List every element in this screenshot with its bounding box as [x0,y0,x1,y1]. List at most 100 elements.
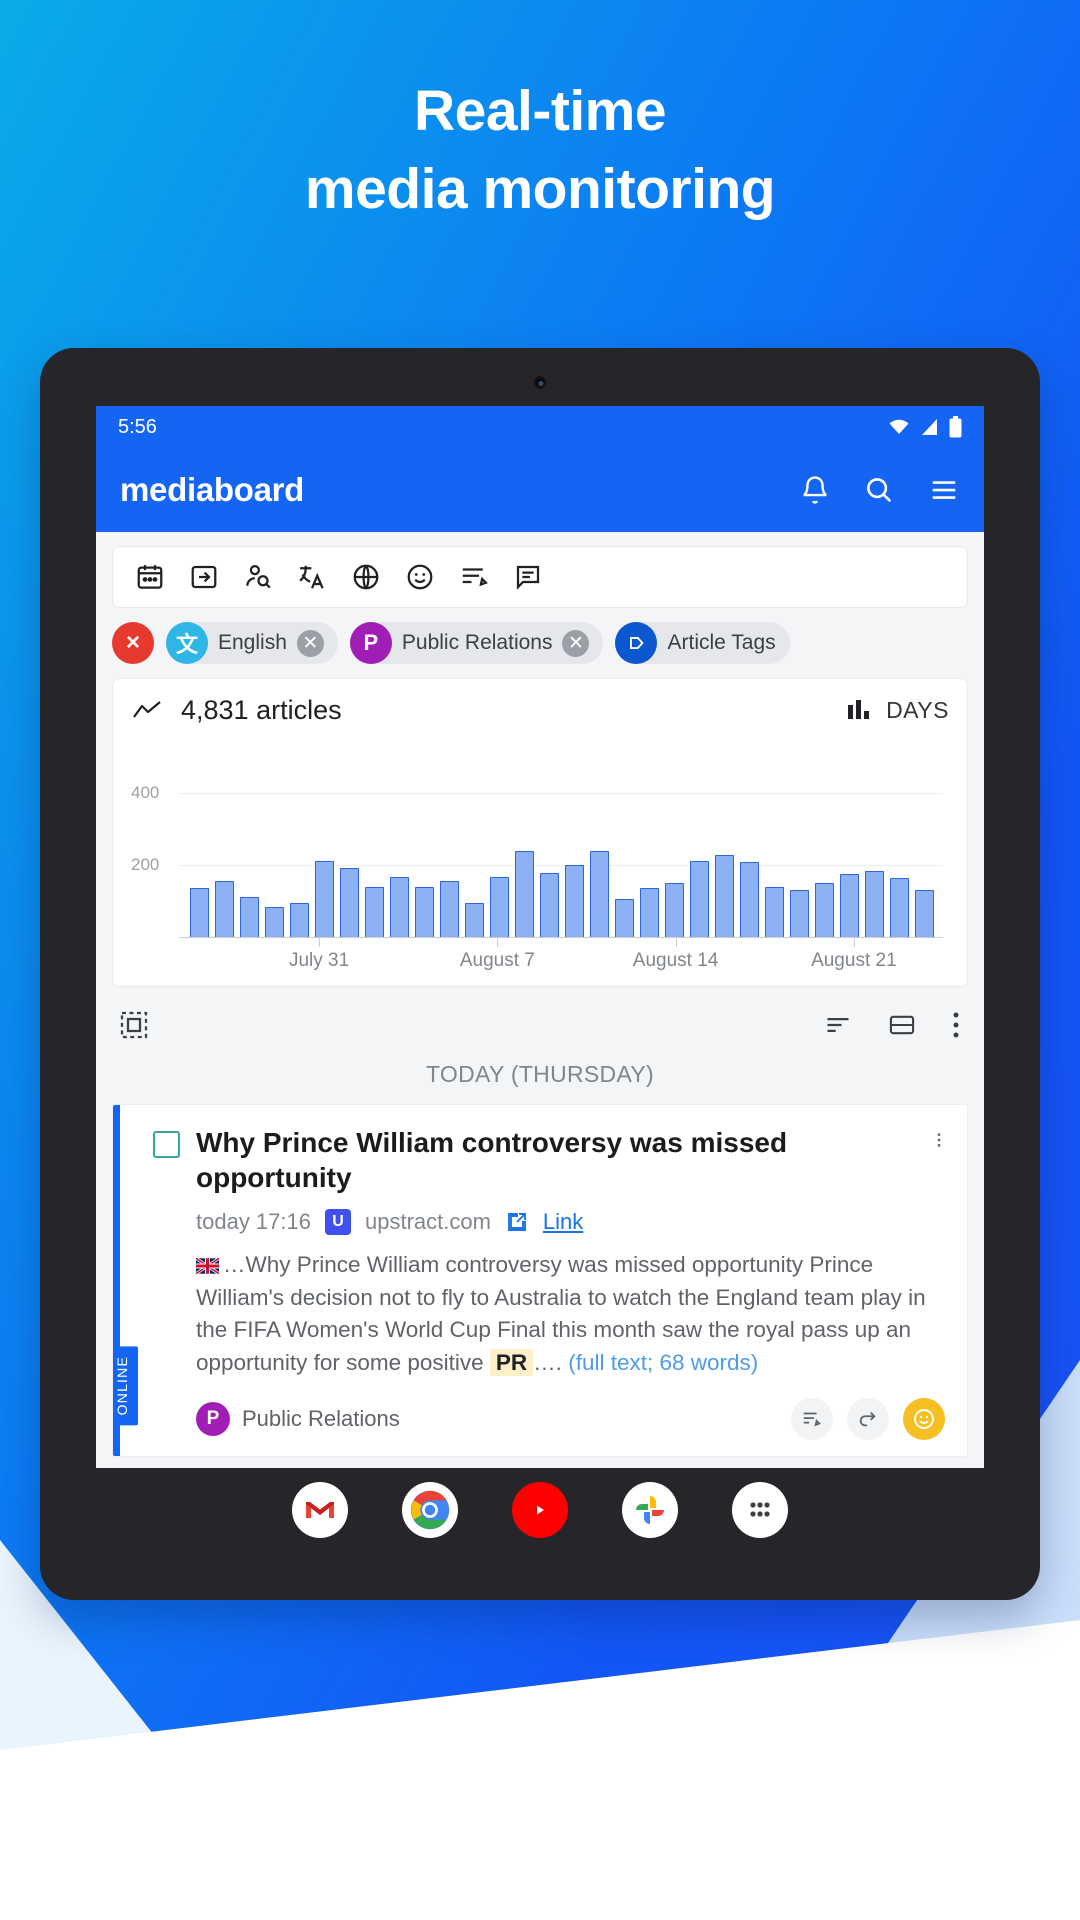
chart-bar[interactable] [764,887,785,938]
edit-list-icon[interactable] [459,562,489,592]
device-screen: 5:56 mediaboard × 文 English ✕ P Public R… [96,406,984,1468]
app-drawer-icon[interactable] [732,1482,788,1538]
chart-bar[interactable] [614,898,635,938]
layout-icon[interactable] [886,1011,918,1039]
wifi-icon [889,419,909,434]
chart-bar[interactable] [489,876,510,938]
filter-chip-avatar-language: 文 [166,622,208,664]
clear-filters-button[interactable]: × [112,622,154,664]
chart-bar[interactable] [414,887,435,938]
gmail-icon[interactable] [292,1482,348,1538]
chart-bar[interactable] [589,850,610,938]
chart-bar[interactable] [664,882,685,938]
chart-bar[interactable] [214,880,235,938]
chart-bar[interactable] [389,876,410,938]
chart-x-tick-labels: July 31 August 7 August 14 August 21 [179,938,943,976]
tablet-device-frame: 5:56 mediaboard × 文 English ✕ P Public R… [40,348,1040,1600]
comment-icon[interactable] [513,562,543,592]
filter-chip-article-tags[interactable]: Article Tags [615,622,790,664]
chart-bar[interactable] [689,860,710,938]
article-source-favicon: U [324,1209,351,1235]
article-channel-badge: ONLINE [114,1346,138,1426]
article-list-toolbar [96,987,984,1047]
chart-bar[interactable] [364,887,385,938]
chart-bar[interactable] [789,890,810,938]
calendar-icon[interactable] [135,562,165,592]
chart-bar[interactable] [189,887,210,938]
article-more-menu-icon[interactable] [933,1125,945,1155]
day-separator-label: TODAY (THURSDAY) [425,1061,654,1087]
chart-x-tick [853,938,855,947]
article-card[interactable]: ONLINE Why Prince William controversy wa… [112,1104,968,1457]
chart-bar[interactable] [314,860,335,938]
youtube-icon[interactable] [512,1482,568,1538]
more-vertical-icon[interactable] [950,1010,962,1040]
filter-chip-english[interactable]: 文 English ✕ [166,622,338,664]
chart-bar[interactable] [639,887,660,938]
chart-bar[interactable] [864,871,885,938]
person-search-icon[interactable] [243,562,273,592]
article-tag-avatar: P [196,1401,230,1436]
note-icon[interactable] [791,1397,833,1440]
photos-icon[interactable] [622,1482,678,1538]
import-icon[interactable] [189,562,219,592]
chart-bar[interactable] [514,850,535,938]
article-tag[interactable]: P Public Relations [196,1401,400,1436]
search-icon[interactable] [864,475,894,505]
article-snippet-badge: PR [489,1348,534,1376]
hero-heading: Real-time media monitoring [0,72,1080,228]
chart-granularity-toggle[interactable]: DAYS [846,697,949,724]
select-all-icon[interactable] [118,1009,150,1041]
chart-bar[interactable] [714,855,735,938]
filter-chip-label-public-relations: Public Relations [401,631,553,654]
chart-x-tick-label: August 21 [811,950,897,971]
article-title[interactable]: Why Prince William controversy was misse… [196,1125,917,1195]
chrome-icon[interactable] [402,1482,458,1538]
article-select-checkbox[interactable] [153,1131,180,1158]
globe-icon[interactable] [351,562,381,592]
chart-title-group: 4,831 articles [131,695,342,726]
chart-bar[interactable] [564,864,585,938]
chart-bar[interactable] [889,877,910,938]
chart-bar[interactable] [739,862,760,938]
article-link[interactable]: Link [543,1209,583,1235]
chart-x-tick-label: August 14 [632,950,719,971]
chart-bar[interactable] [289,903,310,938]
chart-bars [187,778,937,938]
chart-bar[interactable] [464,903,485,938]
chart-bar[interactable] [839,874,860,938]
chart-bar[interactable] [339,868,360,938]
sort-icon[interactable] [822,1011,854,1039]
battery-icon [949,416,962,438]
status-time: 5:56 [118,415,157,438]
chart-bar[interactable] [264,906,285,938]
sentiment-icon[interactable] [903,1397,945,1440]
chart-x-tick [319,938,321,947]
bar-chart-icon [848,699,870,719]
chart-bar[interactable] [239,897,260,938]
chart-bar[interactable] [439,880,460,938]
chart-header: 4,831 articles DAYS [131,695,949,726]
app-bar-actions [800,475,960,505]
chart-bar[interactable] [914,889,935,938]
bell-icon[interactable] [800,475,830,505]
sentiment-icon[interactable] [405,562,435,592]
chart-x-tick-label: July 31 [288,950,350,971]
chart-bar[interactable] [539,873,560,938]
filter-chip-remove-public-relations[interactable]: ✕ [562,629,590,657]
translate-icon[interactable] [297,562,327,592]
menu-icon[interactable] [928,475,960,505]
filter-chip-remove-english[interactable]: ✕ [296,629,324,657]
filter-chip-public-relations[interactable]: P Public Relations ✕ [349,622,604,664]
filter-chip-avatar-pr: P [349,622,392,664]
article-fulltext-link[interactable]: (full text; 68 words) [568,1350,758,1375]
article-snippet: …Why Prince William controversy was miss… [196,1249,945,1380]
chart-bar[interactable] [814,883,835,938]
article-actions [791,1397,945,1440]
external-link-icon[interactable] [505,1210,529,1234]
filter-chip-label-english: English [218,631,287,654]
hero-heading-line-2: media monitoring [304,157,776,222]
chart-x-tick-label: August 7 [459,950,535,971]
share-icon[interactable] [847,1397,889,1440]
hero-heading-line-1: Real-time [413,79,667,143]
